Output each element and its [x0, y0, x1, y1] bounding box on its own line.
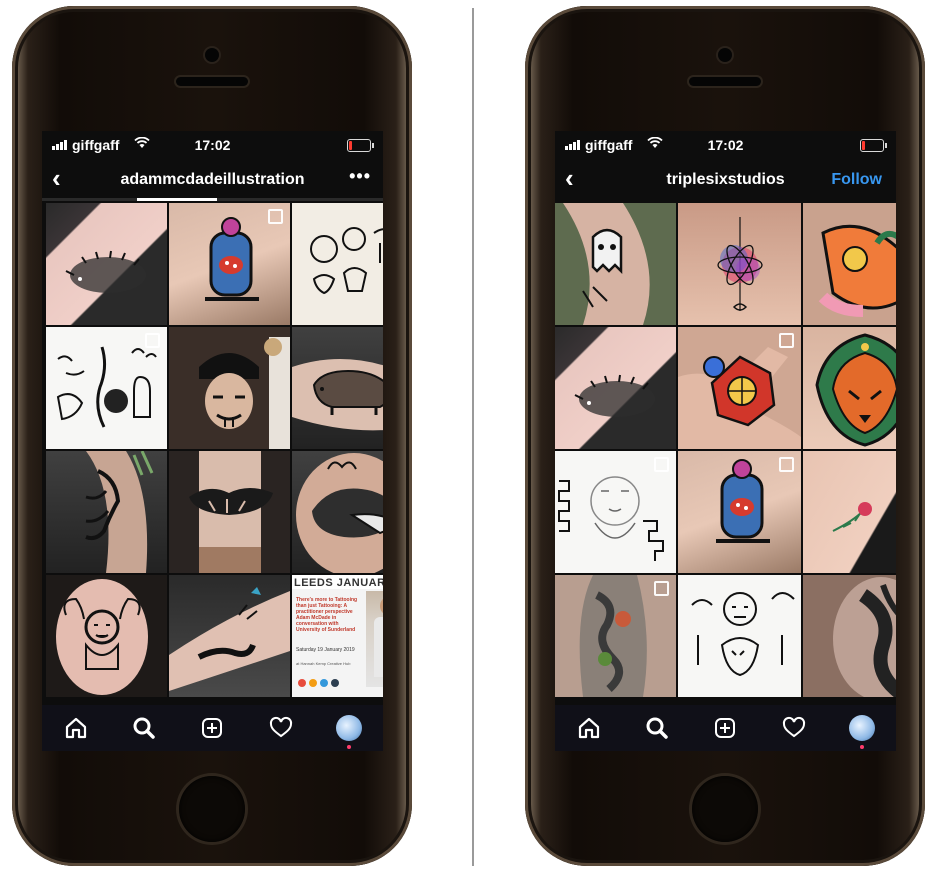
grid-tab-indicator: [42, 198, 383, 201]
status-bar: giffgaff 17:02: [42, 131, 383, 161]
earpiece-speaker: [689, 77, 761, 86]
leaflet-body: There's more to Tattooing than just Tatt…: [296, 597, 358, 633]
phone-left: giffgaff 17:02 ‹ adammcdadeillustration …: [12, 6, 412, 866]
post-thumbnail[interactable]: [292, 451, 383, 573]
home-button[interactable]: [692, 776, 758, 842]
front-camera: [205, 48, 219, 62]
post-thumbnail[interactable]: [169, 327, 290, 449]
follow-button[interactable]: Follow: [831, 171, 882, 189]
post-thumbnail[interactable]: [292, 203, 383, 325]
post-thumbnail[interactable]: [803, 203, 896, 325]
phone-right: giffgaff 17:02 ‹ triplesixstudios Follow: [525, 6, 925, 866]
profile-header: ‹ adammcdadeillustration •••: [42, 161, 383, 201]
post-thumbnail[interactable]: [169, 575, 290, 697]
profile-avatar[interactable]: [847, 713, 877, 749]
status-bar: giffgaff 17:02: [555, 131, 896, 161]
post-thumbnail[interactable]: [46, 203, 167, 325]
battery-icon: [347, 139, 374, 152]
post-grid: LEEDS JANUARY There's more to Tattooing …: [46, 203, 383, 711]
multiple-photos-icon: [654, 457, 669, 472]
heart-icon[interactable]: [266, 713, 296, 743]
post-thumbnail[interactable]: [46, 451, 167, 573]
multiple-photos-icon: [779, 457, 794, 472]
post-grid: [555, 203, 896, 711]
battery-icon: [860, 139, 887, 152]
post-thumbnail[interactable]: [555, 451, 676, 573]
post-thumbnail[interactable]: [555, 203, 676, 325]
leaflet-date: Saturday 19 January 2019: [296, 647, 355, 653]
multiple-photos-icon: [268, 209, 283, 224]
post-thumbnail[interactable]: [678, 203, 801, 325]
bottom-tab-bar: [555, 705, 896, 751]
post-thumbnail[interactable]: [803, 327, 896, 449]
post-thumbnail[interactable]: [169, 203, 290, 325]
post-thumbnail[interactable]: [292, 327, 383, 449]
leaflet-heading: LEEDS JANUARY: [294, 577, 383, 589]
divider-line: [472, 8, 474, 866]
add-post-icon[interactable]: [710, 713, 740, 743]
home-button[interactable]: [179, 776, 245, 842]
bottom-tab-bar: [42, 705, 383, 751]
post-thumbnail[interactable]: [803, 575, 896, 697]
post-thumbnail[interactable]: [46, 327, 167, 449]
clock: 17:02: [194, 137, 231, 153]
add-post-icon[interactable]: [197, 713, 227, 743]
post-thumbnail[interactable]: [678, 575, 801, 697]
post-thumbnail[interactable]: [46, 575, 167, 697]
search-icon[interactable]: [129, 713, 159, 743]
post-thumbnail[interactable]: [678, 451, 801, 573]
multiple-photos-icon: [779, 333, 794, 348]
more-options-button[interactable]: •••: [349, 166, 371, 187]
heart-icon[interactable]: [779, 713, 809, 743]
profile-header: ‹ triplesixstudios Follow: [555, 161, 896, 201]
screen-right: giffgaff 17:02 ‹ triplesixstudios Follow: [555, 131, 896, 751]
front-camera: [718, 48, 732, 62]
home-icon[interactable]: [61, 713, 91, 743]
earpiece-speaker: [176, 77, 248, 86]
profile-avatar[interactable]: [334, 713, 364, 749]
post-thumbnail[interactable]: [555, 327, 676, 449]
post-thumbnail[interactable]: [169, 451, 290, 573]
clock: 17:02: [707, 137, 744, 153]
search-icon[interactable]: [642, 713, 672, 743]
post-thumbnail-event-leaflet[interactable]: LEEDS JANUARY There's more to Tattooing …: [292, 575, 383, 697]
leaflet-logos: [298, 679, 358, 687]
screen-left: giffgaff 17:02 ‹ adammcdadeillustration …: [42, 131, 383, 751]
multiple-photos-icon: [145, 333, 160, 348]
multiple-photos-icon: [654, 581, 669, 596]
profile-username: adammcdadeillustration: [120, 171, 305, 188]
post-thumbnail[interactable]: [555, 575, 676, 697]
post-thumbnail[interactable]: [678, 327, 801, 449]
leaflet-venue: at Hannah Kemp Creative Hub: [296, 661, 351, 666]
post-thumbnail[interactable]: [803, 451, 896, 573]
home-icon[interactable]: [574, 713, 604, 743]
leaflet-photo: [366, 591, 383, 687]
